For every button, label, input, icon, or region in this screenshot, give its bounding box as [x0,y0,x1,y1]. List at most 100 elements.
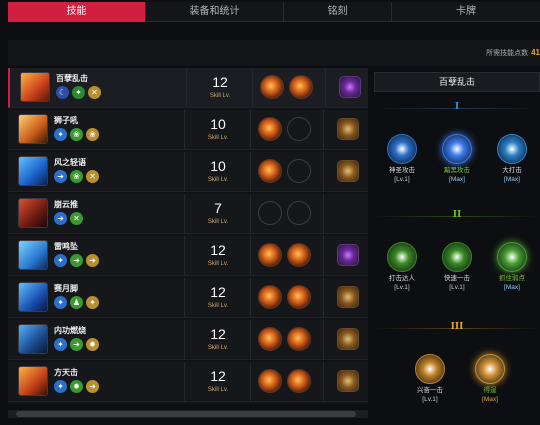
rune-slot[interactable] [337,328,359,350]
tripod-icon: ♟ [70,296,83,309]
skill-points: 所需技能点数 41 [486,48,540,58]
skill-row[interactable]: 崩云推 ➔ ✕ 7 Skill Lv. [8,194,368,234]
skill-name: 方天击 [54,368,78,377]
tripod-option[interactable]: 得逞 [Max] [462,354,518,404]
tripod-option-name: 快速一击 [444,275,470,282]
tripod-icon: ✕ [70,212,83,225]
tripod-icon: ✦ [54,128,67,141]
tab-skills[interactable]: 技能 [8,2,146,22]
tripod-option-level: [Max] [449,176,465,183]
skill-row[interactable]: 百孽乱击 ☾ ✦ ✕ 12 Skill Lv. [8,68,368,108]
gem-slot[interactable] [260,75,284,99]
tripod-icon: ✦ [72,86,85,99]
skill-row[interactable]: 方天击 ✦ ✹ ➔ 12 Skill Lv. [8,362,368,402]
skill-name: 崩云推 [54,200,78,209]
tripod-option[interactable]: 兴奋一击 [Lv.1] [402,354,458,404]
tripod-icon: ➔ [86,380,99,393]
skill-window: 技能 装备和统计 铭刻 卡牌 所需技能点数 41 百孽乱击 ☾ ✦ ✕ 12 Skill L… [0,0,540,425]
scrollbar-thumb[interactable] [16,411,356,417]
column-divider [184,278,185,318]
tier-numeral: III [450,320,464,332]
tripod-icon: ❀ [86,128,99,141]
skill-name: 赛月脚 [54,284,78,293]
dark-moon-icon [442,134,472,164]
column-divider [250,320,251,360]
rune-slot[interactable] [337,370,359,392]
skill-tripods: ✦ ❀ ❀ [54,128,99,141]
skill-level-label: Skill Lv. [207,345,229,351]
tripod-option[interactable]: 抓住弱点 [Max] [484,242,540,292]
tripod-option-name: 兴奋一击 [417,387,443,394]
gem-slot[interactable] [289,75,313,99]
tripod-option[interactable]: 快速一击 [Lv.1] [429,242,485,292]
tripod-option[interactable]: 大打击 [Max] [484,134,540,184]
tripod-icon: ❀ [70,170,83,183]
rune-slot[interactable] [337,160,359,182]
skill-level: 12 [210,368,226,384]
skill-level-label: Skill Lv. [207,135,229,141]
skill-name: 百孽乱击 [56,74,88,83]
tripod-icon: ☾ [56,86,69,99]
gem-slot[interactable] [287,117,311,141]
tab-engraving[interactable]: 铭刻 [284,2,392,22]
tripod-icon: ✦ [54,380,67,393]
skill-level-label: Skill Lv. [209,93,231,99]
skill-row[interactable]: 雷鸣坠 ✦ ➔ ➔ 12 Skill Lv. [8,236,368,276]
rune-slot[interactable] [337,286,359,308]
skill-level-label: Skill Lv. [207,177,229,183]
tripod-option-level: [Max] [504,176,520,183]
strike-master-icon [387,242,417,272]
tab-bar: 技能 装备和统计 铭刻 卡牌 [8,2,540,22]
tripod-option[interactable]: 打击达人 [Lv.1] [374,242,430,292]
skill-level-label: Skill Lv. [207,219,229,225]
weakpoint-icon [497,242,527,272]
gem-slot[interactable] [258,117,282,141]
skill-icon [18,114,48,144]
skill-row[interactable]: 内功燃烧 ✦ ➔ ✹ 12 Skill Lv. [8,320,368,360]
tier-numeral: I [454,100,460,112]
tripod-icon: ➔ [70,254,83,267]
gem-slot[interactable] [287,201,311,225]
gem-slot[interactable] [287,285,311,309]
gem-slot[interactable] [258,159,282,183]
column-divider [250,194,251,234]
column-divider [184,236,185,276]
gem-slot[interactable] [258,285,282,309]
skill-level-label: Skill Lv. [207,261,229,267]
rune-slot[interactable] [337,118,359,140]
gem-slot[interactable] [258,201,282,225]
skill-name: 狮子吼 [54,116,78,125]
column-divider [184,194,185,234]
skill-row[interactable]: 赛月脚 ✦ ♟ ✦ 12 Skill Lv. [8,278,368,318]
tab-cards[interactable]: 卡牌 [392,2,540,22]
rune-slot[interactable] [339,76,361,98]
gem-slot[interactable] [258,243,282,267]
skill-icon [18,156,48,186]
gem-slot[interactable] [258,327,282,351]
tripod-option[interactable]: 黯黑攻击 [Max] [429,134,485,184]
skill-row[interactable]: 风之轻语 ➔ ❀ ✕ 10 Skill Lv. [8,152,368,192]
horizontal-scrollbar[interactable] [8,410,368,418]
rune-slot[interactable] [337,244,359,266]
tripod-icon: ✹ [70,380,83,393]
column-divider [323,362,324,402]
quick-strike-icon [442,242,472,272]
skill-tripods: ➔ ❀ ✕ [54,170,99,183]
gem-slot[interactable] [287,369,311,393]
tab-equipment-stats[interactable]: 装备和统计 [146,2,284,22]
skill-level-label: Skill Lv. [207,387,229,393]
skill-tripods: ☾ ✦ ✕ [56,86,101,99]
gem-slot[interactable] [258,369,282,393]
gem-slot[interactable] [287,159,311,183]
tripod-option-name: 神圣攻击 [389,167,415,174]
gem-slot[interactable] [287,327,311,351]
skill-tripods: ✦ ♟ ✦ [54,296,99,309]
column-divider [186,68,187,108]
skill-level: 12 [210,284,226,300]
skill-icon [18,240,48,270]
tripod-option[interactable]: 神圣攻击 [Lv.1] [374,134,430,184]
skill-row[interactable]: 狮子吼 ✦ ❀ ❀ 10 Skill Lv. [8,110,368,150]
gem-slot[interactable] [287,243,311,267]
tripod-option-name: 打击达人 [389,275,415,282]
tripod-icon: ✦ [86,296,99,309]
